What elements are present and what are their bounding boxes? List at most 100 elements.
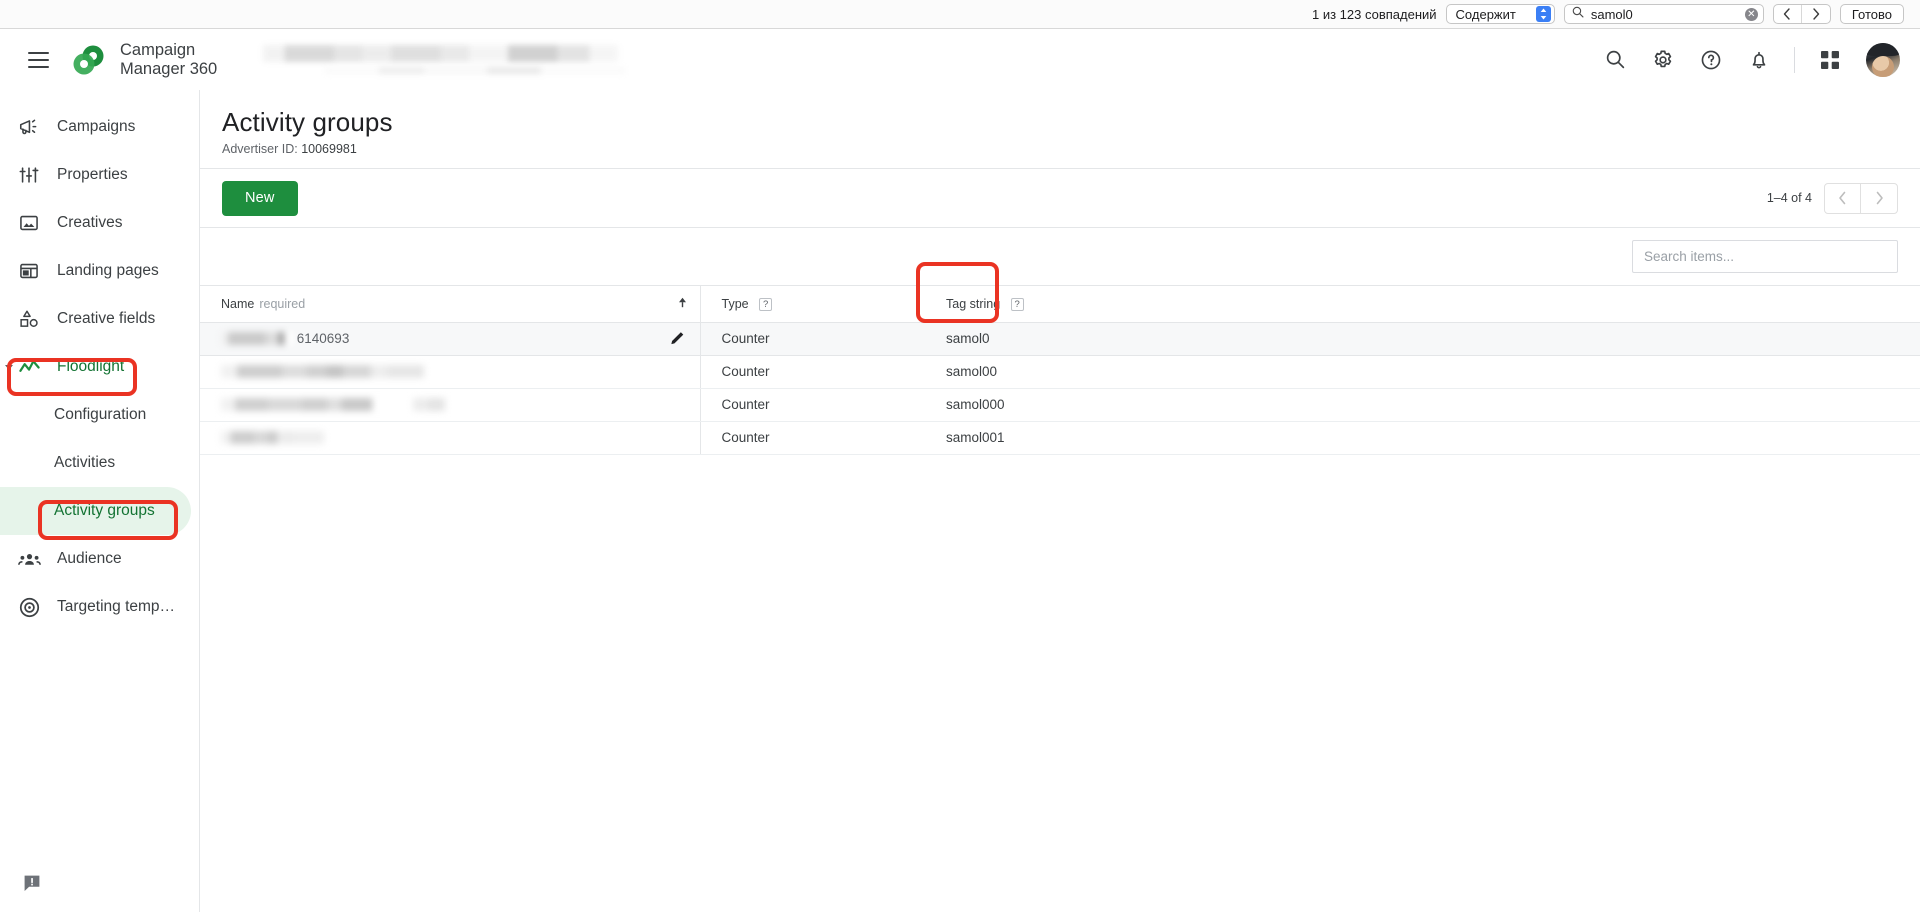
- find-done-button[interactable]: Готово: [1839, 4, 1904, 24]
- hamburger-menu-icon[interactable]: [18, 40, 58, 80]
- sidebar-item-label: Landing pages: [57, 262, 159, 279]
- campaign-manager-logo-icon: [69, 40, 109, 80]
- sidebar-item-creatives[interactable]: Creatives: [0, 199, 199, 247]
- image-icon: [17, 211, 41, 235]
- sidebar-item-label: Creative fields: [57, 310, 156, 327]
- app-header: Campaign Manager 360: [0, 29, 1920, 90]
- cell-name-id: 6140693: [296, 331, 350, 346]
- sidebar-item-label: Properties: [57, 166, 128, 183]
- cell-tag-string: samol001: [925, 421, 1920, 455]
- column-header-type[interactable]: Type ?: [700, 286, 925, 323]
- find-previous-button[interactable]: [1774, 5, 1802, 23]
- browser-find-bar: 1 из 123 совпадений Содержит samol0 ✕ Го…: [0, 0, 1920, 29]
- sidebar-item-label: Audience: [57, 550, 122, 567]
- redacted-name: [221, 430, 324, 444]
- advertiser-id: Advertiser ID: 10069981: [222, 142, 1920, 156]
- cell-tag-string: samol00: [925, 355, 1920, 389]
- column-header-tag-string-label: Tag string: [946, 296, 1001, 311]
- pagination-previous-button[interactable]: [1825, 183, 1861, 213]
- cell-type: Counter: [700, 322, 925, 356]
- cell-name[interactable]: [200, 355, 701, 389]
- table-row[interactable]: 6140693 Counter samol0: [200, 322, 1920, 356]
- sidebar-item-properties[interactable]: Properties: [0, 151, 199, 199]
- help-icon[interactable]: ?: [1010, 297, 1024, 311]
- sidebar: Campaigns Properties Creatives Landing p…: [0, 90, 200, 912]
- find-input-wrapper[interactable]: samol0 ✕: [1563, 4, 1764, 24]
- sidebar-item-label: Configuration: [54, 406, 147, 423]
- feedback-icon[interactable]: [23, 874, 43, 894]
- chevron-updown-icon: [1535, 6, 1551, 22]
- sidebar-item-label: Creatives: [57, 214, 123, 231]
- apps-grid-icon[interactable]: [1808, 38, 1852, 82]
- search-row: [200, 228, 1920, 286]
- column-header-name[interactable]: Name required: [200, 286, 701, 323]
- sidebar-item-audience[interactable]: Audience: [0, 535, 199, 583]
- cell-type: Counter: [700, 421, 925, 455]
- sidebar-item-targeting-templates[interactable]: Targeting temp…: [0, 583, 199, 631]
- cell-name[interactable]: 6140693: [200, 322, 701, 356]
- table-row[interactable]: Counter samol001: [200, 421, 1920, 455]
- pagination-range: 1–4 of 4: [1766, 191, 1812, 205]
- sidebar-item-landing-pages[interactable]: Landing pages: [0, 247, 199, 295]
- table-header-row: Name required Type ? Tag string ?: [200, 286, 1920, 323]
- avatar[interactable]: [1866, 42, 1900, 77]
- page-header: Activity groups Advertiser ID: 10069981: [200, 90, 1920, 169]
- new-button[interactable]: New: [222, 180, 298, 216]
- toolbar: New 1–4 of 4: [200, 169, 1920, 228]
- pagination-buttons: [1824, 182, 1898, 214]
- layout-icon: [17, 259, 41, 283]
- sidebar-item-activity-groups[interactable]: Activity groups: [0, 487, 191, 535]
- cell-name[interactable]: [200, 421, 701, 455]
- sidebar-item-label: Floodlight: [57, 358, 125, 375]
- header-divider: [1794, 46, 1795, 73]
- find-match-mode-label: Содержит: [1455, 6, 1516, 22]
- search-icon: [1572, 5, 1584, 23]
- sidebar-item-campaigns[interactable]: Campaigns: [0, 103, 199, 151]
- sidebar-item-creative-fields[interactable]: Creative fields: [0, 295, 199, 343]
- sort-ascending-icon[interactable]: [678, 297, 687, 311]
- shapes-icon: [17, 307, 41, 331]
- edit-pencil-icon[interactable]: [670, 329, 686, 348]
- sliders-icon: [17, 163, 41, 187]
- advertiser-id-label: Advertiser ID:: [222, 142, 298, 156]
- find-navigation-buttons: [1772, 4, 1831, 24]
- clear-icon[interactable]: ✕: [1744, 7, 1758, 21]
- table-row[interactable]: Counter samol000: [200, 388, 1920, 422]
- table-row[interactable]: Counter samol00: [200, 355, 1920, 389]
- column-header-type-label: Type: [721, 296, 749, 311]
- search-input[interactable]: [1632, 240, 1898, 273]
- column-header-name-required: required: [259, 296, 306, 311]
- help-icon[interactable]: [1689, 38, 1733, 82]
- column-header-tag-string[interactable]: Tag string ?: [925, 286, 1920, 323]
- line-chart-icon: [17, 355, 41, 379]
- pagination-next-button[interactable]: [1861, 184, 1897, 213]
- brand-block[interactable]: Campaign Manager 360: [69, 40, 217, 80]
- redacted-breadcrumb: [263, 45, 626, 74]
- redacted-name: [221, 331, 293, 345]
- find-next-button[interactable]: [1802, 5, 1830, 23]
- sidebar-item-activities[interactable]: Activities: [0, 439, 199, 487]
- cell-tag-string: samol0: [925, 322, 1920, 356]
- find-match-mode-select[interactable]: Содержит: [1445, 4, 1555, 24]
- chevron-down-icon[interactable]: [5, 364, 13, 370]
- bell-icon[interactable]: [1737, 38, 1781, 82]
- cell-type: Counter: [700, 388, 925, 422]
- header-actions: [1593, 38, 1900, 82]
- help-icon[interactable]: ?: [759, 297, 773, 311]
- table-body: 6140693 Counter samol0 Counter samol00 C…: [200, 322, 1920, 455]
- advertiser-id-value: 10069981: [301, 142, 357, 156]
- people-icon: [17, 547, 41, 571]
- column-header-name-label: Name: [221, 296, 255, 311]
- sidebar-item-configuration[interactable]: Configuration: [0, 391, 199, 439]
- gear-icon[interactable]: [1641, 38, 1685, 82]
- cell-name[interactable]: [200, 388, 701, 422]
- sidebar-item-label: Targeting temp…: [57, 598, 176, 615]
- brand-title-line2: Manager 360: [120, 59, 218, 78]
- redacted-name: [221, 397, 393, 411]
- sidebar-item-floodlight[interactable]: Floodlight: [0, 343, 199, 391]
- main-content: Activity groups Advertiser ID: 10069981 …: [200, 90, 1920, 912]
- cell-tag-string: samol000: [925, 388, 1920, 422]
- search-icon[interactable]: [1593, 38, 1637, 82]
- target-icon: [17, 595, 41, 619]
- sidebar-item-label: Campaigns: [57, 118, 136, 135]
